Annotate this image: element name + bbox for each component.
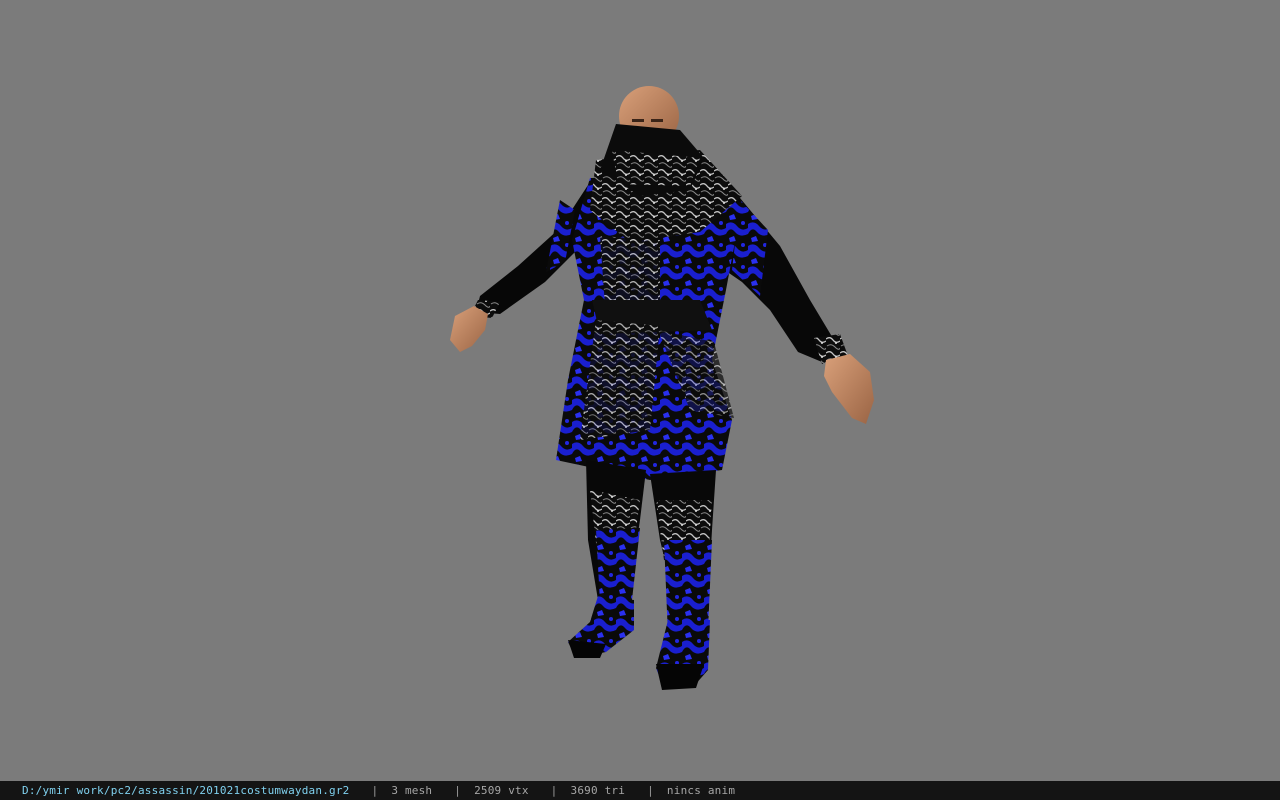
- status-separator: |: [371, 784, 379, 797]
- character-model[interactable]: [0, 0, 1280, 781]
- status-separator: |: [647, 784, 654, 797]
- animation-status: nincs anim: [666, 784, 736, 797]
- status-separator: |: [550, 784, 558, 797]
- status-bar: D:/ymir work/pc2/assassin/201021costumwa…: [0, 781, 1280, 800]
- character-torso: [556, 124, 742, 480]
- status-separator: |: [454, 784, 462, 797]
- triangle-count: 3690 tri: [570, 784, 626, 797]
- character-left-arm: [450, 182, 590, 352]
- vertex-count: 2509 vtx: [474, 784, 529, 797]
- mesh-count: 3 mesh: [391, 784, 433, 797]
- file-path: D:/ymir work/pc2/assassin/201021costumwa…: [22, 784, 350, 797]
- 3d-viewport[interactable]: [0, 0, 1280, 781]
